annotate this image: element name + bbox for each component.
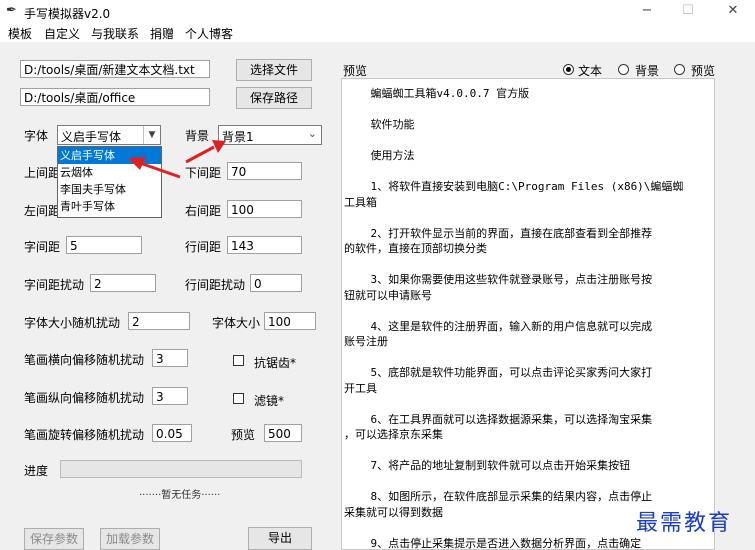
- annotation-arrows: [128, 140, 226, 179]
- watermark-text: 最需教育: [636, 511, 733, 536]
- annotation-arrow: [128, 157, 181, 179]
- annotation-arrow: [185, 140, 226, 164]
